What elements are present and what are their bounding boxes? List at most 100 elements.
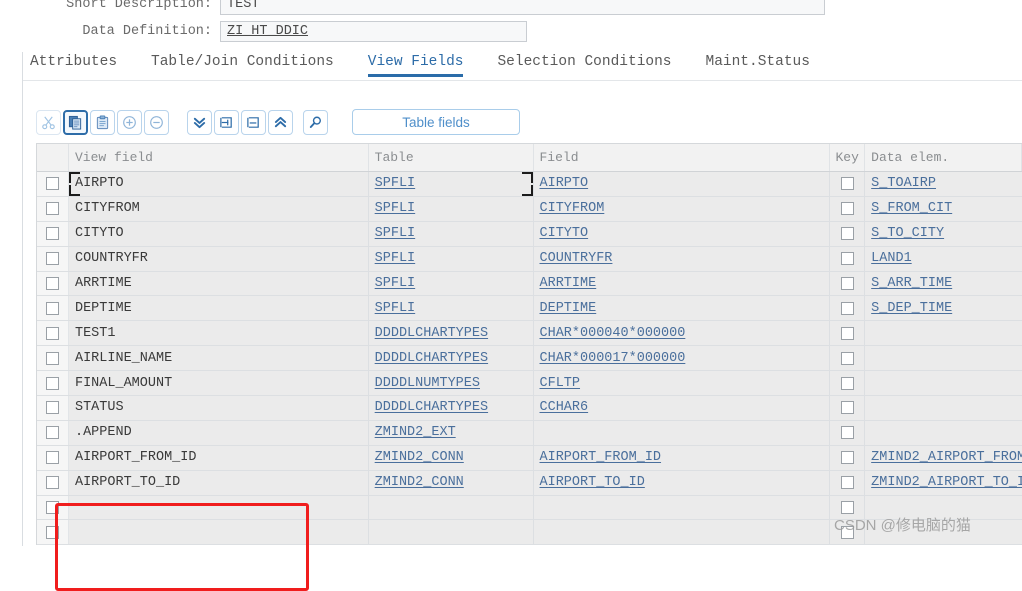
table-link[interactable]: SPFLI	[375, 301, 416, 316]
cell-data-elem[interactable]: LAND1	[865, 247, 1022, 271]
cell-field[interactable]: ARRTIME	[534, 271, 831, 296]
row-select-checkbox[interactable]	[45, 451, 59, 465]
cell-key[interactable]	[830, 172, 866, 196]
cell-key[interactable]	[830, 470, 866, 495]
cell-data-elem[interactable]	[865, 346, 1022, 370]
data-elem-link[interactable]: S_FROM_CIT	[871, 201, 952, 216]
key-checkbox[interactable]	[840, 401, 854, 415]
table-link[interactable]: SPFLI	[375, 176, 416, 191]
key-checkbox[interactable]	[840, 351, 854, 365]
tab-selection-conditions[interactable]: Selection Conditions	[497, 52, 671, 77]
data-elem-link[interactable]: ZMIND2_AIRPORT_TO_ID	[871, 475, 1022, 490]
table-link[interactable]: SPFLI	[375, 201, 416, 216]
cell-view-field[interactable]: AIRPTO	[68, 172, 369, 196]
row-select-cell[interactable]	[37, 221, 69, 246]
row-select-cell[interactable]	[37, 246, 69, 271]
cell-table[interactable]: ZMIND2_EXT	[369, 420, 534, 445]
row-select-checkbox[interactable]	[45, 401, 59, 415]
row-select-checkbox[interactable]	[45, 501, 59, 515]
row-select-checkbox[interactable]	[45, 476, 59, 490]
cell-key[interactable]	[830, 196, 866, 221]
cell-view-field[interactable]: AIRPORT_FROM_ID	[68, 445, 369, 470]
table-fields-button[interactable]: Table fields	[352, 109, 520, 135]
cell-key[interactable]	[830, 346, 866, 371]
data-elem-link[interactable]: S_ARR_TIME	[871, 276, 952, 291]
table-row[interactable]: DEPTIME SPFLI DEPTIME S_DEP_TIME	[37, 296, 1022, 322]
row-select-cell[interactable]	[37, 495, 69, 520]
row-select-checkbox[interactable]	[45, 202, 59, 216]
table-link[interactable]: ZMIND2_CONN	[375, 450, 464, 465]
copy-button[interactable]	[63, 109, 88, 135]
cell-table[interactable]: ZMIND2_CONN	[369, 470, 534, 495]
cell-data-elem[interactable]: ZMIND2_AIRPORT_FROM_	[865, 446, 1022, 470]
move-down-button[interactable]	[187, 109, 212, 135]
cell-data-elem[interactable]: S_DEP_TIME	[865, 296, 1022, 320]
cell-view-field[interactable]: .APPEND	[68, 420, 369, 445]
cell-view-field[interactable]: STATUS	[68, 396, 369, 420]
field-link[interactable]: CFLTP	[540, 376, 581, 391]
data-definition-value[interactable]: ZI_HT_DDIC	[227, 24, 308, 39]
cell-key[interactable]	[830, 420, 866, 445]
remove-row-button[interactable]	[241, 109, 266, 135]
table-row[interactable]: .APPEND ZMIND2_EXT	[37, 420, 1022, 446]
row-select-checkbox[interactable]	[45, 227, 59, 241]
table-row[interactable]: AIRPORT_FROM_ID ZMIND2_CONN AIRPORT_FROM_I…	[37, 445, 1022, 471]
table-row[interactable]: TEST1 DDDDLCHARTYPES CHAR*000040*000000	[37, 321, 1022, 347]
row-select-checkbox[interactable]	[45, 326, 59, 340]
table-row[interactable]: STATUS DDDDLCHARTYPES CCHAR6	[37, 396, 1022, 421]
cell-view-field[interactable]: ARRTIME	[68, 271, 369, 296]
cell-view-field[interactable]: AIRPORT_TO_ID	[68, 470, 369, 495]
cell-data-elem[interactable]	[865, 421, 1022, 445]
cell-data-elem[interactable]: S_FROM_CIT	[865, 197, 1022, 221]
tab-maint-status[interactable]: Maint.Status	[706, 52, 810, 77]
key-checkbox[interactable]	[840, 177, 854, 191]
data-elem-link[interactable]: S_TOAIRP	[871, 176, 936, 191]
cell-field[interactable]	[534, 520, 831, 545]
table-link[interactable]: DDDDLCHARTYPES	[375, 326, 488, 341]
row-select-cell[interactable]	[37, 346, 69, 371]
column-header-data-elem[interactable]: Data elem.	[865, 144, 1022, 171]
key-checkbox[interactable]	[840, 326, 854, 340]
table-row[interactable]: CITYTO SPFLI CITYTO S_TO_CITY	[37, 221, 1022, 247]
table-row[interactable]: CITYFROM SPFLI CITYFROM S_FROM_CIT	[37, 196, 1022, 222]
tab-table-join-conditions[interactable]: Table/Join Conditions	[151, 52, 334, 77]
cell-table[interactable]: SPFLI	[369, 246, 534, 271]
field-link[interactable]: ARRTIME	[540, 276, 597, 291]
key-checkbox[interactable]	[840, 426, 854, 440]
data-definition-input[interactable]: ZI_HT_DDIC	[220, 20, 527, 42]
row-select-cell[interactable]	[37, 445, 69, 470]
cell-data-elem[interactable]: ZMIND2_AIRPORT_TO_ID	[865, 471, 1022, 495]
row-select-checkbox[interactable]	[45, 177, 59, 191]
row-select-cell[interactable]	[37, 420, 69, 445]
row-select-cell[interactable]	[37, 520, 69, 545]
cell-field[interactable]: CHAR*000017*000000	[534, 346, 831, 371]
column-header-view-field[interactable]: View field	[68, 144, 369, 171]
paste-button[interactable]	[90, 109, 115, 135]
cell-view-field[interactable]: TEST1	[68, 321, 369, 346]
select-all-cell[interactable]	[37, 144, 69, 171]
cell-key[interactable]	[830, 396, 866, 420]
cell-data-elem[interactable]: S_TO_CITY	[865, 222, 1022, 246]
move-up-button[interactable]	[268, 109, 293, 135]
tab-attributes[interactable]: Attributes	[30, 52, 117, 77]
cell-key[interactable]	[830, 271, 866, 296]
cell-table[interactable]	[369, 520, 534, 545]
field-link[interactable]: AIRPTO	[540, 176, 589, 191]
cell-field[interactable]: CITYFROM	[534, 196, 831, 221]
cell-field[interactable]	[534, 495, 831, 520]
row-select-cell[interactable]	[37, 296, 69, 321]
cell-table[interactable]: SPFLI	[369, 271, 534, 296]
cell-table[interactable]: DDDDLNUMTYPES	[369, 371, 534, 396]
data-elem-link[interactable]: S_DEP_TIME	[871, 301, 952, 316]
key-checkbox[interactable]	[840, 501, 854, 515]
key-checkbox[interactable]	[840, 202, 854, 216]
table-link[interactable]: SPFLI	[375, 251, 416, 266]
key-checkbox[interactable]	[840, 252, 854, 266]
cell-table[interactable]: DDDDLCHARTYPES	[369, 321, 534, 346]
data-elem-link[interactable]: LAND1	[871, 251, 912, 266]
cell-field[interactable]: AIRPORT_FROM_ID	[534, 445, 831, 470]
row-select-cell[interactable]	[37, 371, 69, 396]
table-row[interactable]: AIRLINE_NAME DDDDLCHARTYPES CHAR*000017*00…	[37, 346, 1022, 372]
cell-table[interactable]	[369, 495, 534, 520]
field-link[interactable]: CITYFROM	[540, 201, 605, 216]
